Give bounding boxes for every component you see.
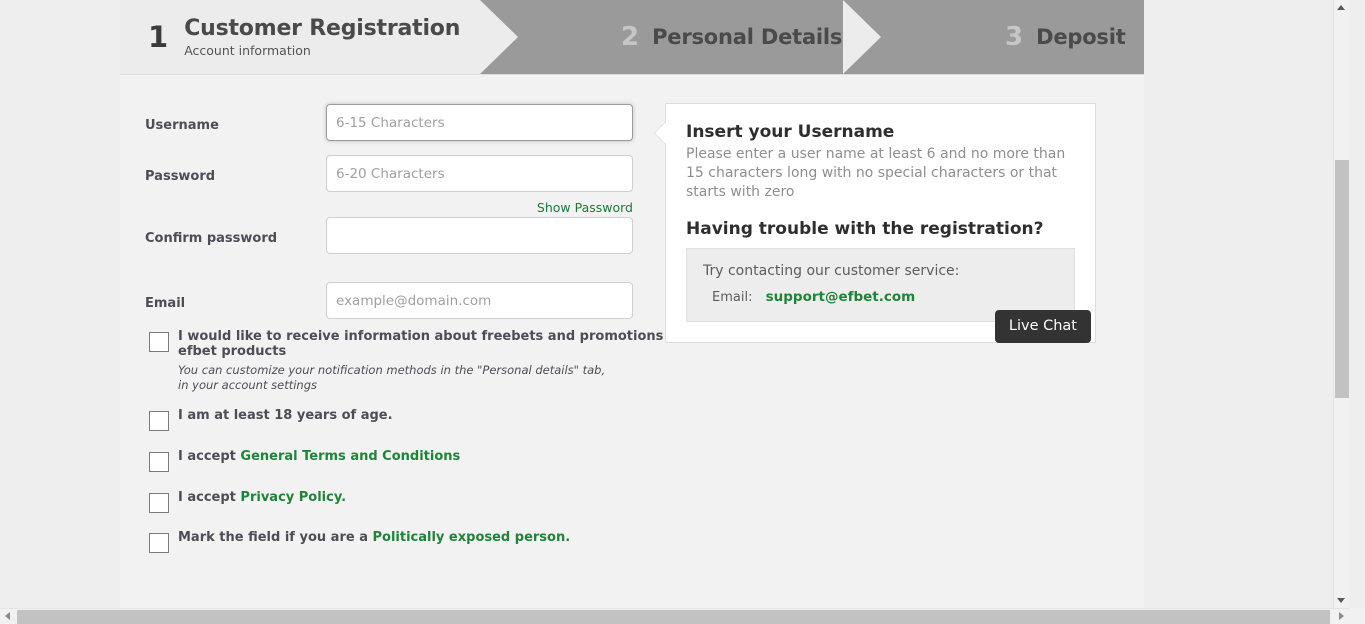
password-input[interactable] (326, 155, 633, 192)
checkbox-promotions-label: I would like to receive information abou… (178, 329, 687, 359)
registration-page: 1 Customer Registration Account informat… (120, 0, 1144, 608)
checkbox-promotions[interactable] (149, 332, 169, 352)
checkbox-terms-label: I accept General Terms and Conditions (178, 448, 705, 465)
consent-checkbox-list: I would like to receive information abou… (145, 329, 705, 568)
help-panel-text: Please enter a user name at least 6 and … (686, 146, 1066, 201)
support-email-label: Email: (712, 289, 753, 305)
horizontal-scrollbar-thumb[interactable] (17, 610, 1330, 624)
scroll-down-arrow-icon[interactable] (1334, 592, 1349, 608)
username-help-panel: Insert your Username Please enter a user… (654, 103, 1096, 343)
checkbox-row-privacy[interactable]: I accept Privacy Policy. (145, 489, 705, 513)
checkbox-pep-label: Mark the field if you are a Politically … (178, 530, 705, 546)
scroll-up-arrow-icon[interactable] (1334, 0, 1349, 16)
checkbox-row-age[interactable]: I am at least 18 years of age. (145, 408, 705, 432)
checkbox-row-terms[interactable]: I accept General Terms and Conditions (145, 448, 705, 472)
step-3-number: 3 (1005, 22, 1024, 52)
step-1-customer-registration[interactable]: 1 Customer Registration Account informat… (120, 0, 480, 74)
registration-form: Username Password Show Password Confirm … (145, 104, 645, 333)
vertical-scrollbar[interactable] (1333, 0, 1349, 608)
privacy-policy-link[interactable]: Privacy Policy. (240, 490, 346, 505)
checkbox-terms[interactable] (149, 451, 169, 472)
confirm-password-label: Confirm password (145, 231, 278, 246)
password-row: Password (145, 155, 645, 206)
registration-steps-header: 1 Customer Registration Account informat… (120, 0, 1144, 75)
vertical-scrollbar-thumb[interactable] (1335, 160, 1349, 398)
checkbox-promotions-note: You can customize your notification meth… (178, 363, 606, 393)
checkbox-row-pep[interactable]: Mark the field if you are a Politically … (145, 530, 705, 554)
browser-viewport: 1 Customer Registration Account informat… (0, 0, 1349, 608)
support-email-link[interactable]: support@efbet.com (766, 289, 916, 305)
step-chevron-1-icon (480, 0, 518, 74)
support-line: Try contacting our customer service: (703, 262, 960, 279)
show-password-link[interactable]: Show Password (326, 200, 633, 215)
step-3-title: Deposit (1036, 24, 1126, 49)
politically-exposed-person-link[interactable]: Politically exposed person. (373, 530, 571, 545)
step-2-number: 2 (621, 22, 640, 52)
customer-service-box: Try contacting our customer service: Ema… (686, 247, 1091, 343)
help-panel-title: Insert your Username (686, 122, 895, 142)
checkbox-privacy-label: I accept Privacy Policy. (178, 489, 705, 506)
live-chat-button[interactable]: Live Chat (994, 309, 1091, 343)
email-label: Email (145, 296, 186, 311)
step-1-number: 1 (148, 19, 169, 54)
horizontal-scrollbar[interactable] (0, 608, 1365, 624)
checkbox-privacy[interactable] (149, 492, 169, 513)
checkbox-age-label: I am at least 18 years of age. (178, 408, 393, 424)
step-1-subtitle: Account information (184, 42, 311, 58)
checkbox-row-promotions[interactable]: I would like to receive information abou… (145, 329, 705, 393)
registration-body: Username Password Show Password Confirm … (120, 75, 1144, 608)
step-3-deposit[interactable]: 3 Deposit (880, 0, 1144, 74)
checkbox-terms-prefix: I accept (178, 448, 241, 464)
step-1-title: Customer Registration (184, 15, 461, 41)
username-label: Username (145, 118, 219, 133)
step-chevron-2-icon (843, 0, 881, 74)
checkbox-privacy-prefix: I accept (178, 489, 241, 505)
help-panel-trouble-title: Having trouble with the registration? (686, 218, 1044, 239)
checkbox-age[interactable] (149, 411, 169, 432)
confirm-password-input[interactable] (326, 217, 633, 254)
step-2-title: Personal Details (652, 24, 843, 49)
scroll-right-arrow-icon[interactable] (1333, 609, 1349, 624)
email-input[interactable] (326, 282, 633, 319)
confirm-password-row: Confirm password (145, 217, 645, 268)
scrollbar-corner (1349, 608, 1365, 624)
support-email-row: Email: support@efbet.com (703, 289, 1058, 305)
username-input[interactable] (326, 104, 633, 141)
tooltip-arrow-icon (655, 122, 666, 144)
checkbox-pep-prefix: Mark the field if you are a (178, 530, 373, 546)
email-row: Email (145, 282, 645, 333)
username-row: Username (145, 104, 645, 155)
general-terms-link[interactable]: General Terms and Conditions (240, 449, 460, 464)
scroll-left-arrow-icon[interactable] (0, 609, 16, 624)
step-2-personal-details[interactable]: 2 Personal Details (515, 0, 880, 74)
checkbox-pep[interactable] (149, 533, 169, 554)
password-label: Password (145, 169, 216, 184)
